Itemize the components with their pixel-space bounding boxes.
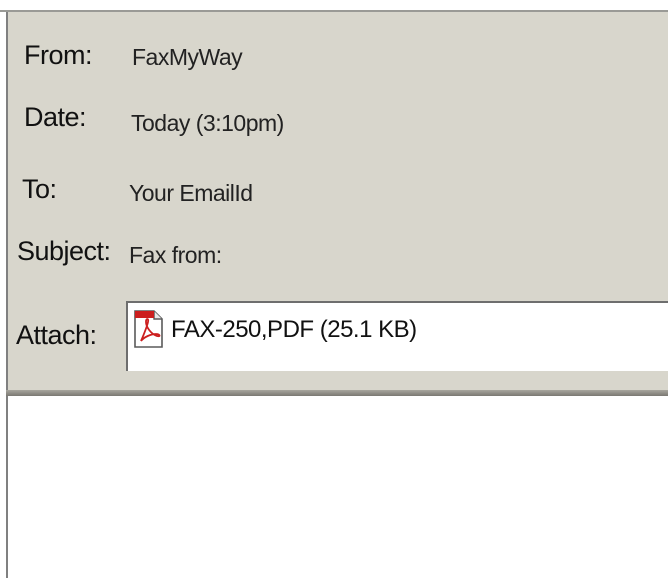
email-window: From: FaxMyWay Date: Today (3:10pm) To: … [0, 0, 668, 578]
date-value: Today (3:10pm) [131, 110, 284, 136]
to-label: To: [22, 174, 57, 204]
attachment-file-name[interactable]: FAX-250,PDF (25.1 KB) [171, 316, 417, 344]
from-value: FaxMyWay [132, 44, 243, 70]
window-top-border [0, 0, 668, 12]
subject-value: Fax from: [129, 242, 222, 268]
message-body[interactable] [8, 396, 668, 578]
subject-label: Subject: [17, 236, 111, 266]
attach-label: Attach: [16, 320, 97, 350]
from-label: From: [24, 40, 93, 70]
pdf-file-icon[interactable] [132, 310, 164, 348]
date-label: Date: [24, 102, 87, 132]
to-value: Your EmailId [129, 180, 253, 206]
